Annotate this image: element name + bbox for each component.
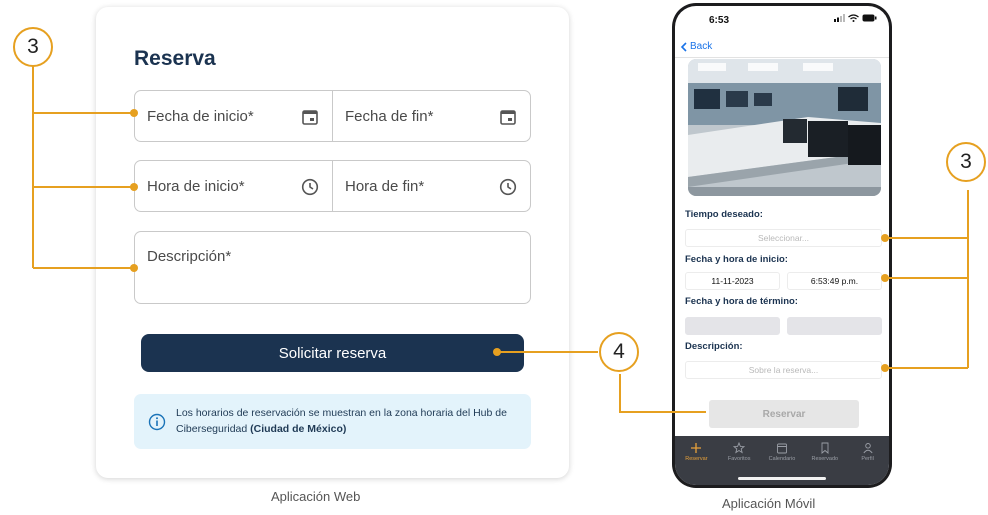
end-time-label: Hora de fin*	[345, 177, 425, 195]
callout-badge-3-right: 3	[946, 142, 986, 182]
start-time-label: Hora de inicio*	[147, 177, 245, 195]
end-datetime-label: Fecha y hora de término:	[685, 296, 798, 307]
timezone-info-text: Los horarios de reservación se muestran …	[176, 407, 507, 435]
back-label: Back	[690, 41, 713, 52]
tab-label: Reservado	[811, 456, 839, 462]
start-date-label: Fecha de inicio*	[147, 107, 254, 125]
description-label: Descripción*	[147, 248, 232, 265]
bookmark-icon	[821, 442, 829, 454]
reserve-button[interactable]: Reservar	[709, 400, 859, 428]
date-range-field: Fecha de inicio* Fecha de fin*	[134, 90, 531, 142]
wifi-icon	[848, 14, 859, 22]
person-icon	[863, 443, 873, 454]
callout-badge-3-left: 3	[13, 27, 53, 67]
callout-badge-4: 4	[599, 332, 639, 372]
plus-icon	[691, 443, 702, 453]
calendar-icon	[777, 443, 787, 454]
phone-screen: 6:53 Back Tiempo deseado: Seleccionar...…	[675, 6, 889, 485]
start-date-field[interactable]: Fecha de inicio*	[135, 91, 332, 141]
home-indicator	[738, 477, 826, 480]
tab-reservar[interactable]: Reservar	[676, 442, 716, 485]
page-title: Reserva	[134, 47, 216, 70]
web-reservation-card: Reserva Fecha de inicio* Fecha de fin* H…	[96, 7, 569, 478]
start-date-input[interactable]: 11-11-2023	[685, 272, 780, 290]
end-date-field[interactable]: Fecha de fin*	[332, 91, 530, 141]
end-date-label: Fecha de fin*	[345, 107, 434, 125]
request-reservation-button[interactable]: Solicitar reserva	[141, 334, 524, 372]
start-time-input[interactable]: 6:53:49 p.m.	[787, 272, 882, 290]
stage: Reserva Fecha de inicio* Fecha de fin* H…	[0, 0, 988, 515]
tab-label: Reservar	[685, 456, 708, 462]
lab-photo	[688, 59, 881, 196]
status-time: 6:53	[709, 15, 730, 26]
battery-icon	[862, 14, 877, 22]
chevron-left-icon	[680, 41, 687, 52]
status-icons	[834, 14, 877, 22]
end-time-field[interactable]: Hora de fin*	[332, 161, 530, 211]
back-button[interactable]: Back	[680, 41, 712, 52]
info-icon	[148, 413, 166, 430]
signal-icon	[834, 14, 845, 22]
end-date-input[interactable]	[685, 317, 780, 335]
web-caption: Aplicación Web	[271, 489, 361, 504]
tab-label: Calendario	[768, 456, 796, 462]
end-time-input[interactable]	[787, 317, 882, 335]
calendar-icon[interactable]	[300, 107, 320, 127]
tab-label: Favoritos	[727, 456, 751, 462]
desired-time-select[interactable]: Seleccionar...	[685, 229, 882, 247]
phone-frame: 6:53 Back Tiempo deseado: Seleccionar...…	[672, 3, 892, 488]
desired-time-label: Tiempo deseado:	[685, 209, 763, 220]
time-range-field: Hora de inicio* Hora de fin*	[134, 160, 531, 212]
clock-icon[interactable]	[300, 177, 320, 197]
star-icon	[733, 442, 746, 454]
start-time-field[interactable]: Hora de inicio*	[135, 161, 332, 211]
calendar-icon[interactable]	[498, 107, 518, 127]
clock-icon[interactable]	[498, 177, 518, 197]
mobile-description-input[interactable]: Sobre la reserva...	[685, 361, 882, 379]
nav-divider	[675, 57, 889, 58]
tab-perfil[interactable]: Perfil	[848, 442, 888, 485]
start-datetime-label: Fecha y hora de inicio:	[685, 254, 788, 265]
mobile-caption: Aplicación Móvil	[722, 496, 816, 511]
mobile-description-label: Descripción:	[685, 341, 743, 352]
tab-label: Perfil	[861, 456, 874, 462]
description-field[interactable]: Descripción*	[134, 231, 531, 304]
timezone-info-box: Los horarios de reservación se muestran …	[134, 394, 531, 449]
